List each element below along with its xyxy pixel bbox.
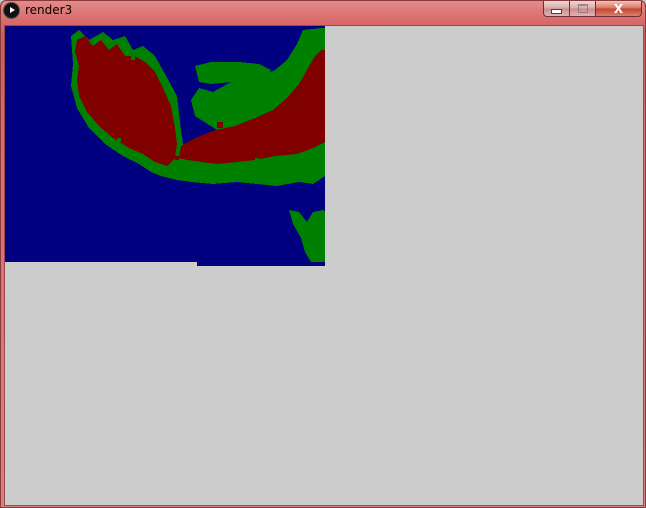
sketch-client-area[interactable]: [4, 25, 644, 506]
maximize-button[interactable]: [570, 1, 596, 17]
close-button[interactable]: X: [596, 1, 642, 17]
segmentation-render: [5, 26, 325, 266]
title-bar[interactable]: render3 X: [1, 1, 645, 23]
processing-play-icon[interactable]: [4, 3, 19, 18]
maximize-icon: [577, 4, 588, 13]
render-notch: [5, 262, 197, 266]
window-title: render3: [25, 3, 73, 17]
minimize-button[interactable]: [543, 1, 570, 17]
caption-buttons: X: [543, 1, 642, 17]
application-window: render3 X: [0, 0, 646, 508]
close-icon: X: [613, 1, 624, 16]
minimize-icon: [551, 9, 562, 14]
